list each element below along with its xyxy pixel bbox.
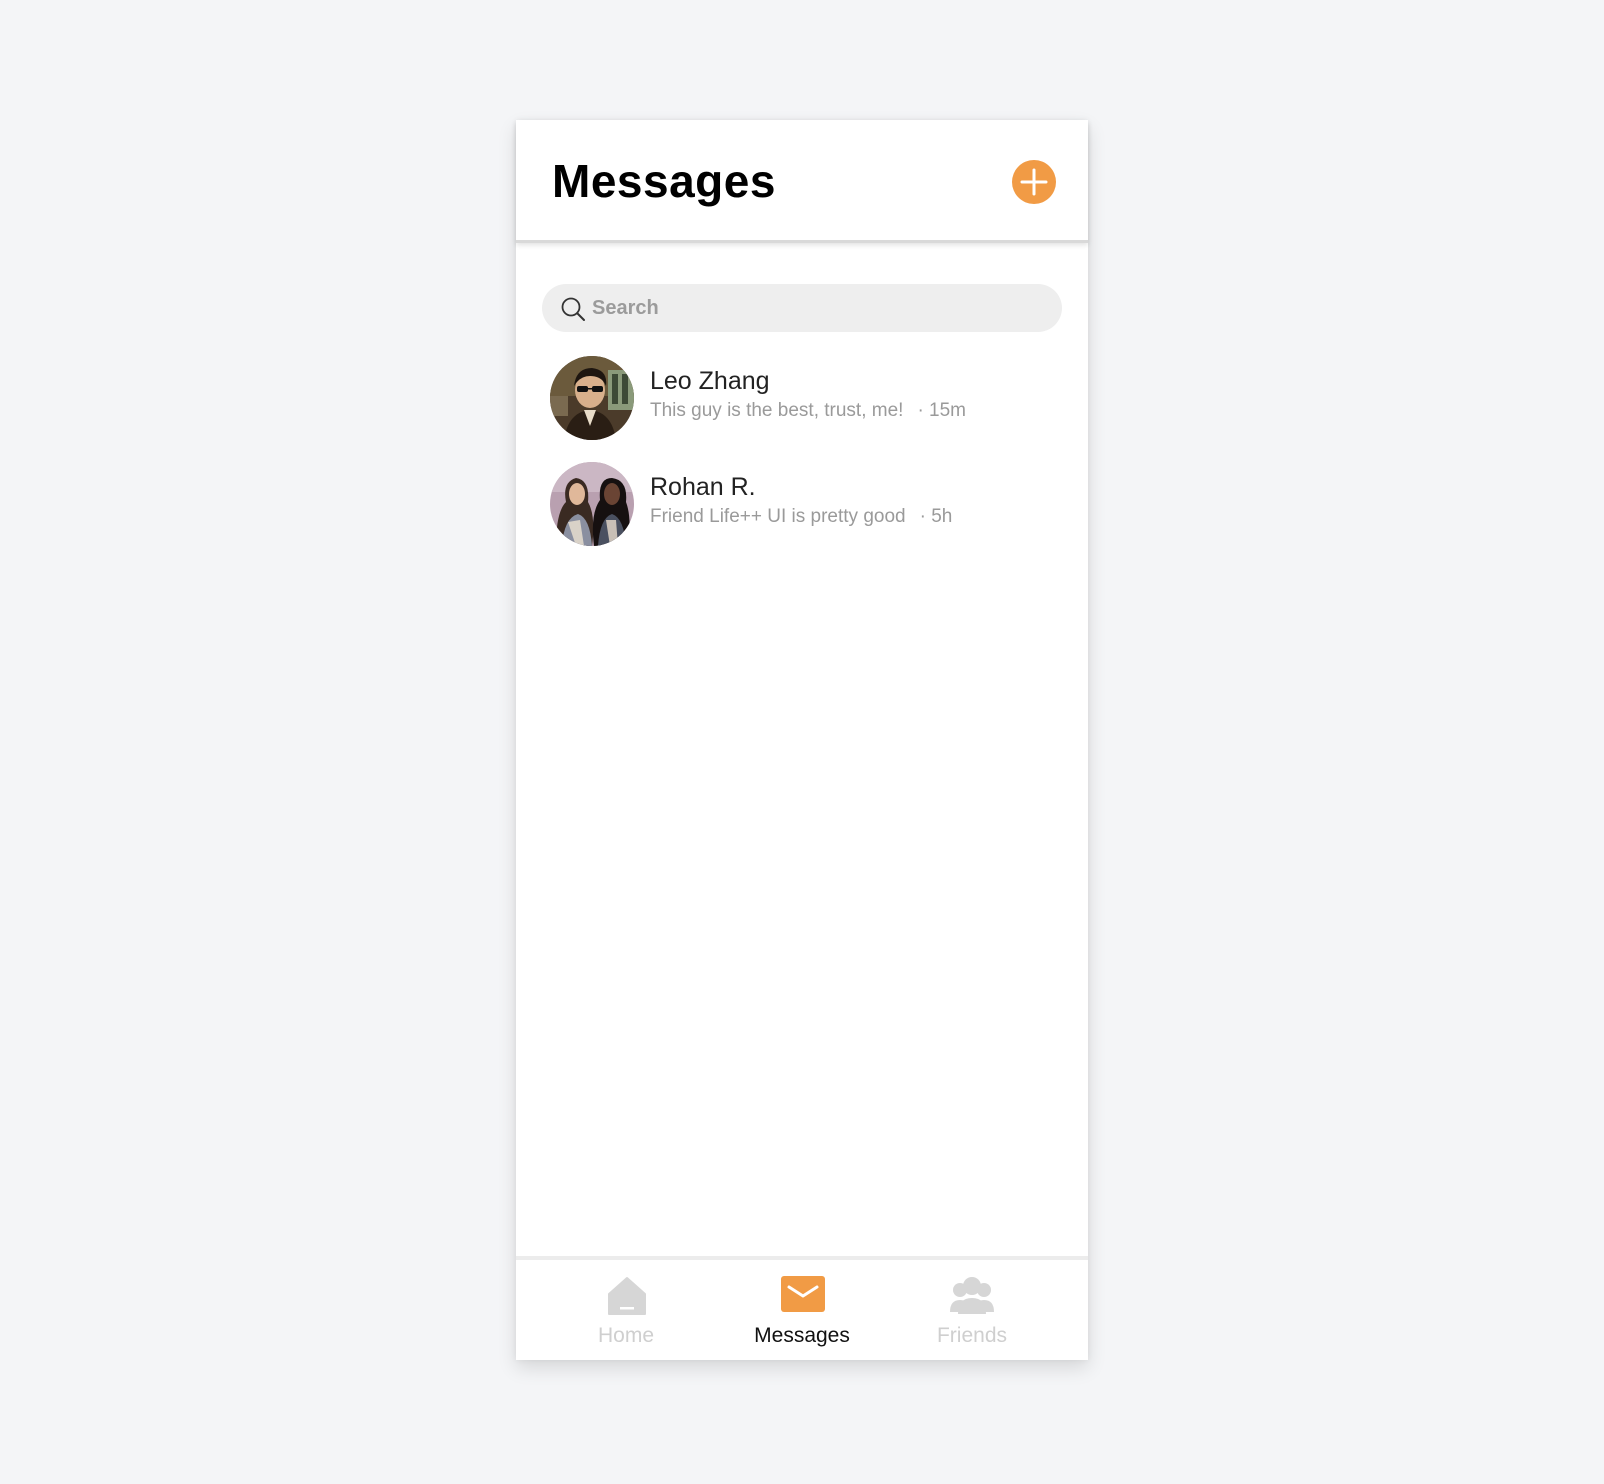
header-divider: [516, 240, 1088, 243]
message-time: · 5h: [919, 506, 953, 527]
contact-name: Leo Zhang: [650, 367, 770, 395]
avatar: [550, 462, 634, 546]
plus-circle-icon: [1012, 160, 1056, 204]
messages-screen: Messages Search Leo Zhang This guy is th…: [516, 120, 1088, 1360]
message-time: · 15m: [917, 400, 967, 421]
mail-icon: [781, 1276, 825, 1312]
tab-label: Home: [597, 1324, 655, 1347]
tab-messages[interactable]: Messages: [732, 1260, 872, 1360]
conversation-item[interactable]: Leo Zhang This guy is the best, trust, m…: [550, 356, 1060, 442]
contact-name: Rohan R.: [650, 473, 756, 501]
message-preview-text: This guy is the best, trust, me!: [650, 400, 904, 421]
search-icon: [561, 297, 585, 321]
search-input[interactable]: [592, 284, 1042, 332]
tab-friends[interactable]: Friends: [912, 1260, 1032, 1360]
message-preview-text: Friend Life++ UI is pretty good: [650, 506, 906, 527]
home-icon: [608, 1277, 646, 1315]
friends-icon: [950, 1277, 994, 1314]
new-message-button[interactable]: [1012, 160, 1056, 204]
tab-home[interactable]: Home: [566, 1260, 686, 1360]
message-preview: This guy is the best, trust, me! · 15m: [650, 400, 966, 423]
tab-label: Messages: [754, 1324, 850, 1347]
avatar: [550, 356, 634, 440]
header: Messages: [516, 120, 1088, 243]
message-preview: Friend Life++ UI is pretty good · 5h: [650, 506, 952, 529]
conversation-item[interactable]: Rohan R. Friend Life++ UI is pretty good…: [550, 462, 1060, 548]
tab-label: Friends: [936, 1324, 1008, 1347]
tab-bar: Home Messages Friends: [516, 1260, 1088, 1360]
search-bar[interactable]: [542, 284, 1062, 332]
page-title: Messages: [552, 155, 776, 207]
